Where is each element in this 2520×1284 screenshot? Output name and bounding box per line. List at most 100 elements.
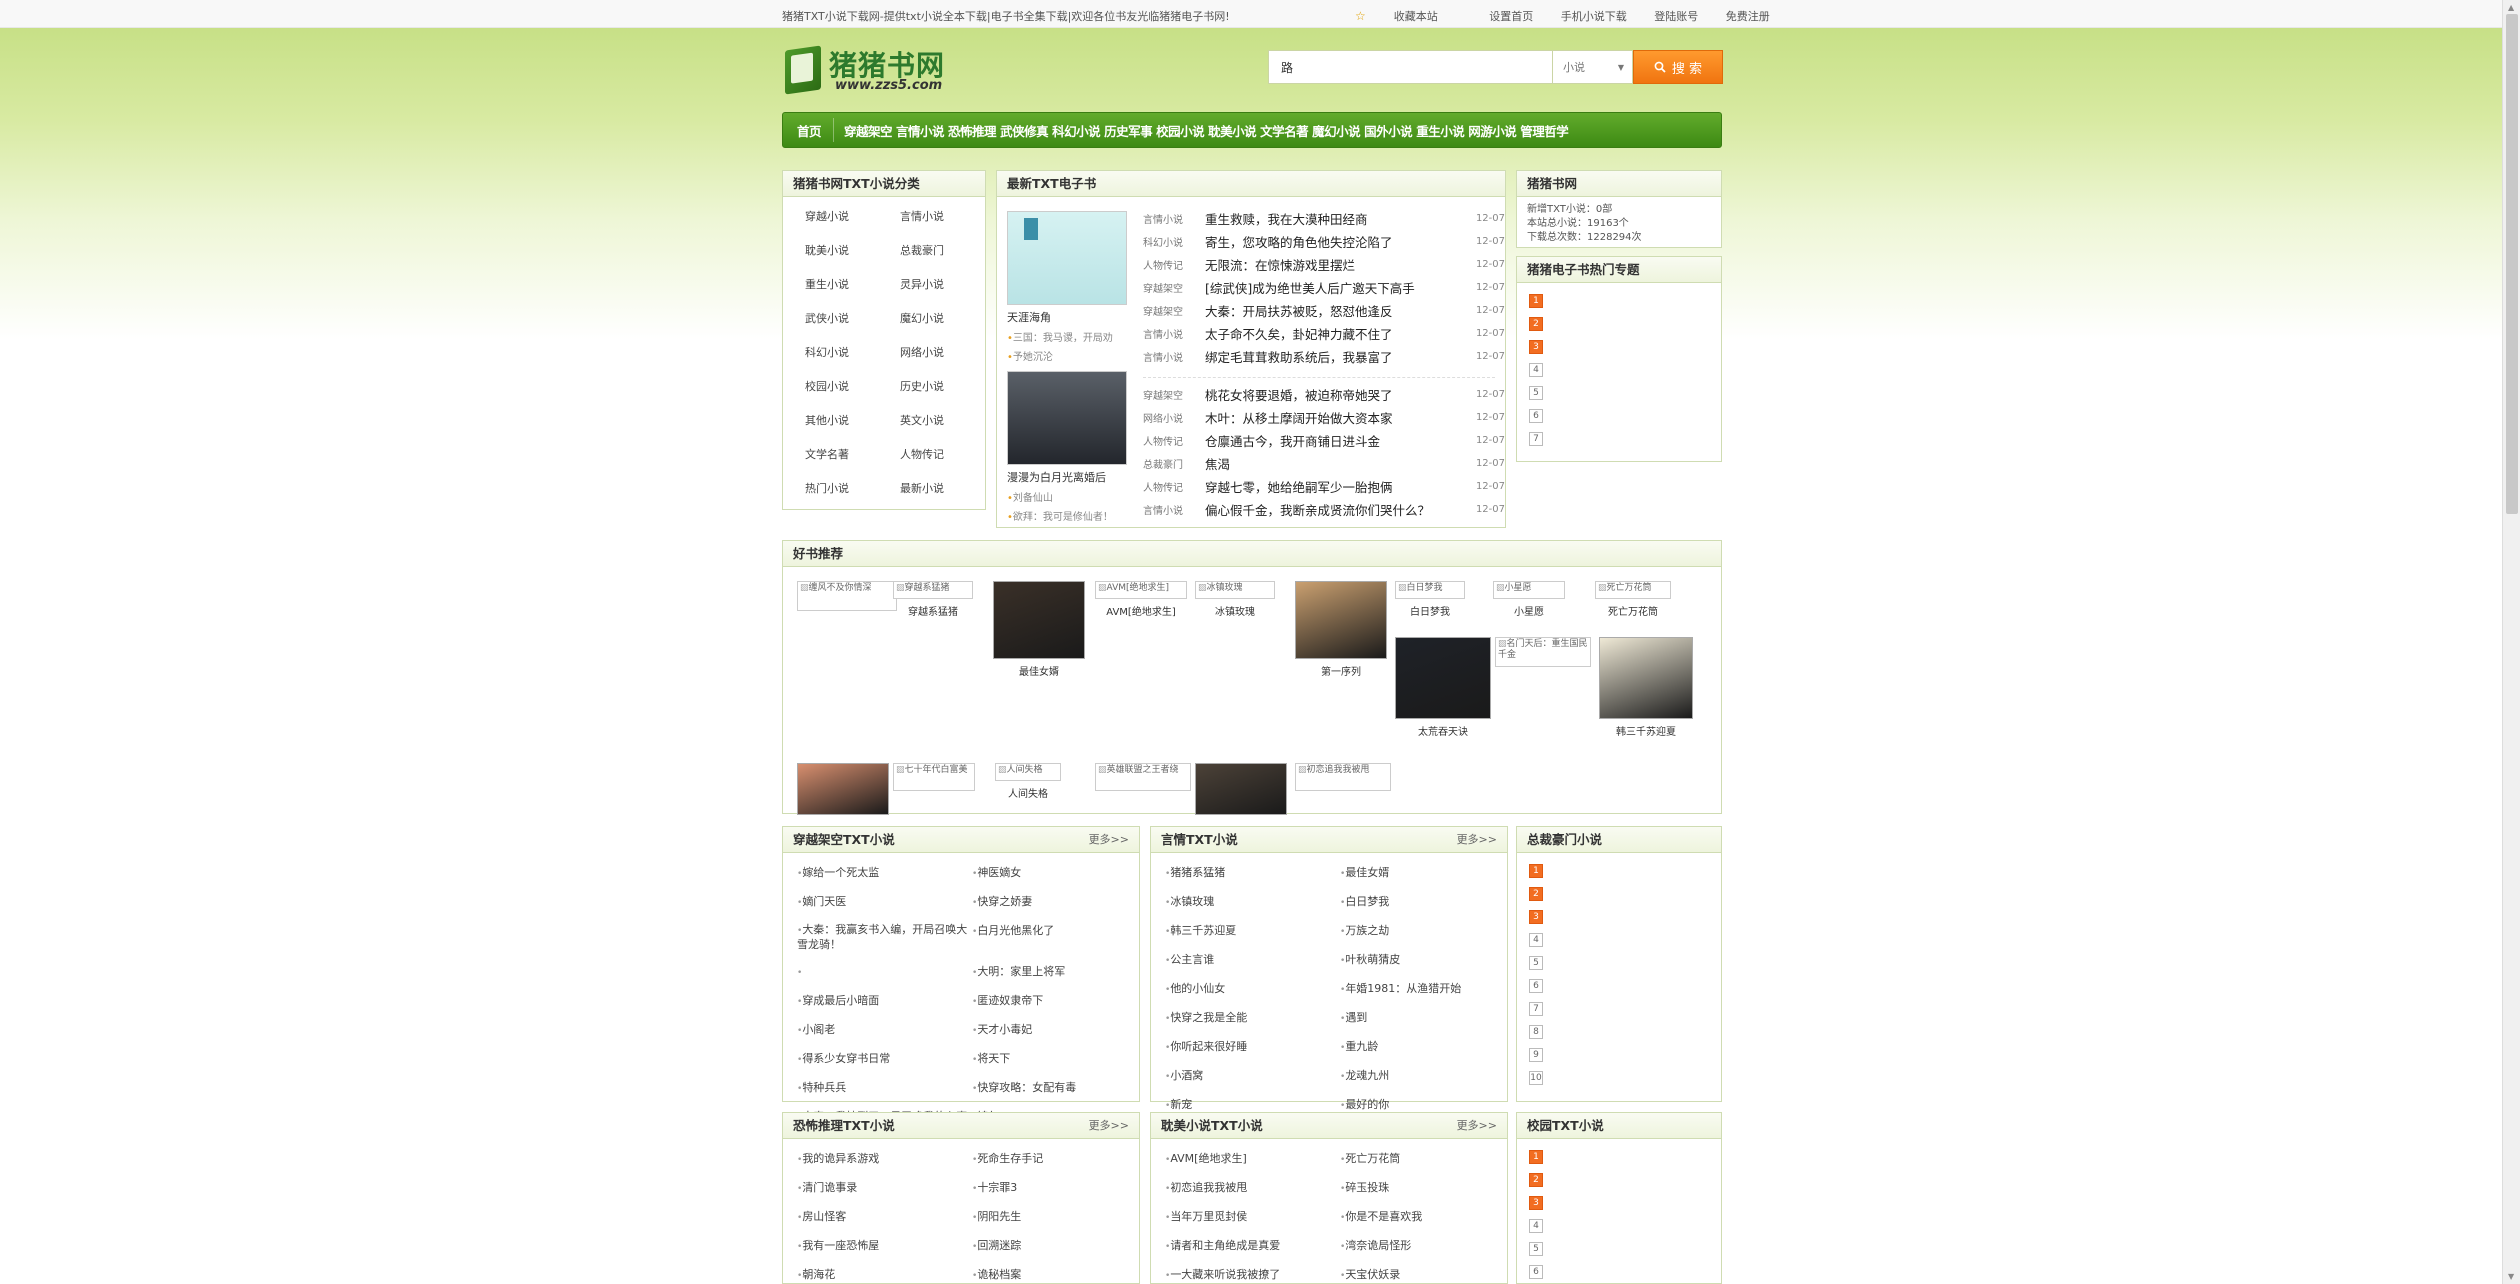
rank-item[interactable]: 3 — [1529, 335, 1709, 358]
section-list-item[interactable]: 小阁老 — [797, 1016, 972, 1045]
news-type[interactable]: 穿越架空 — [1143, 280, 1205, 295]
rank-item[interactable]: 4 — [1529, 358, 1709, 381]
rank-item[interactable]: 3 — [1529, 905, 1709, 928]
news-type[interactable]: 人物传记 — [1143, 433, 1205, 448]
news-title[interactable]: 仓廪通古今，我开商铺日进斗金 — [1205, 431, 1465, 450]
news-row[interactable]: 言情小说 太子命不久矣，卦妃神力藏不住了 12-07 — [1143, 322, 1505, 345]
section-list-item[interactable]: 湾奈诡局怪形 — [1340, 1232, 1500, 1261]
rank-item[interactable]: 7 — [1529, 427, 1709, 450]
rank-item[interactable]: 2 — [1529, 882, 1709, 905]
nav-item[interactable]: 文学名著 — [1260, 121, 1309, 140]
nav-item[interactable]: 言情小说 — [896, 121, 945, 140]
nav-item[interactable]: 国外小说 — [1364, 121, 1413, 140]
rank-item[interactable]: 9 — [1529, 1043, 1709, 1066]
section-list-item[interactable]: 请者和主角绝成是真爱 — [1165, 1232, 1340, 1261]
section-list-item[interactable]: 你是不是喜欢我 — [1340, 1203, 1500, 1232]
section-list-item[interactable]: 死命生存手记 — [972, 1145, 1132, 1174]
scroll-down-icon[interactable]: ▼ — [2508, 1272, 2514, 1281]
nav-item[interactable]: 恐怖推理 — [948, 121, 997, 140]
featured-book-1[interactable]: 天涯海角 三国：我马谡，开局劝 予她沉沦 — [1007, 211, 1127, 363]
featured-link[interactable]: 欲拜：我可是修仙者！ — [1007, 508, 1125, 523]
bookmark-link[interactable]: ☆ 收藏本站 — [1355, 8, 1462, 24]
good-book-item[interactable] — [797, 763, 889, 815]
section-list-item[interactable]: 穿成最后小暗面 — [797, 987, 972, 1016]
news-title[interactable]: 偏心假千金，我断亲成贤流你们哭什么？ — [1205, 500, 1465, 519]
nav-home[interactable]: 首页 — [797, 121, 822, 140]
good-book-item[interactable]: 第一序列 — [1295, 581, 1387, 678]
news-title[interactable]: 无限流：在惊悚游戏里摆烂 — [1205, 255, 1465, 274]
news-type[interactable]: 穿越架空 — [1143, 387, 1205, 402]
news-row[interactable]: 穿越架空 [综武侠]成为绝世美人后广邀天下高手 12-07 — [1143, 276, 1505, 299]
good-book-item[interactable]: 七十年代白富美 — [893, 763, 975, 791]
news-type[interactable]: 言情小说 — [1143, 326, 1205, 341]
section-list-item[interactable]: 冰镇玫瑰 — [1165, 888, 1340, 917]
section-list-item[interactable]: 特种兵兵 — [797, 1074, 972, 1103]
scrollbar-thumb[interactable] — [2506, 14, 2518, 514]
news-title[interactable]: 绑定毛茸茸救助系统后，我暴富了 — [1205, 347, 1465, 366]
search-type-select[interactable]: 小说 ▼ — [1553, 50, 1633, 84]
featured-link[interactable]: 予她沉沦 — [1007, 348, 1125, 363]
featured-link[interactable]: 刘备仙山 — [1007, 489, 1125, 504]
good-book-item[interactable]: 名门天后：重生国民千金 — [1495, 637, 1591, 667]
section-list-item[interactable]: 得系少女穿书日常 — [797, 1045, 972, 1074]
category-link[interactable]: 校园小说 — [805, 375, 900, 398]
category-link[interactable]: 耽美小说 — [805, 239, 900, 262]
category-link[interactable]: 言情小说 — [900, 205, 995, 228]
category-link[interactable]: 其他小说 — [805, 409, 900, 432]
news-title[interactable]: 寄生，您攻略的角色他失控沦陷了 — [1205, 232, 1465, 251]
category-link[interactable]: 重生小说 — [805, 273, 900, 296]
news-title[interactable]: 大秦：开局扶苏被贬，怒怼他逢反 — [1205, 301, 1465, 320]
news-row[interactable]: 言情小说 重生救赎，我在大漠种田经商 12-07 — [1143, 207, 1505, 230]
category-link[interactable]: 科幻小说 — [805, 341, 900, 364]
news-title[interactable]: 太子命不久矣，卦妃神力藏不住了 — [1205, 324, 1465, 343]
rank-item[interactable]: 2 — [1529, 1168, 1709, 1191]
news-row[interactable]: 网络小说 木叶：从移土摩阔开始做大资本家 12-07 — [1143, 406, 1505, 429]
news-row[interactable]: 人物传记 仓廪通古今，我开商铺日进斗金 12-07 — [1143, 429, 1505, 452]
good-book-item[interactable]: 太荒吞天诀 — [1395, 637, 1491, 738]
section-list-item[interactable]: 清门诡事录 — [797, 1174, 972, 1203]
section-list-item[interactable]: 你听起来很好睡 — [1165, 1033, 1340, 1062]
section-list-item[interactable]: 嫡门天医 — [797, 888, 972, 917]
news-type[interactable]: 言情小说 — [1143, 502, 1205, 517]
category-link[interactable]: 文学名著 — [805, 443, 900, 466]
section-list-item[interactable]: 最佳女婿 — [1340, 859, 1500, 888]
section-list-item[interactable]: 嫁给一个死太监 — [797, 859, 972, 888]
set-homepage-link[interactable]: 设置首页 — [1489, 8, 1533, 24]
news-row[interactable]: 人物传记 无限流：在惊悚游戏里摆烂 12-07 — [1143, 253, 1505, 276]
news-title[interactable]: 穿越七零，她给绝嗣军少一胎抱俩 — [1205, 477, 1465, 496]
section-list-item[interactable]: 猪猪系猛猪 — [1165, 859, 1340, 888]
featured-book-2[interactable]: 漫漫为白月光离婚后 刘备仙山 欲拜：我可是修仙者！ — [1007, 371, 1127, 523]
nav-item[interactable]: 穿越架空 — [844, 121, 893, 140]
section-list-item[interactable]: 碎玉投珠 — [1340, 1174, 1500, 1203]
news-type[interactable]: 科幻小说 — [1143, 234, 1205, 249]
good-book-item[interactable]: AVM[绝地求生] AVM[绝地求生] — [1095, 581, 1187, 618]
section-list-item[interactable]: 公主言谁 — [1165, 946, 1340, 975]
section-list-item[interactable]: AVM[绝地求生] — [1165, 1145, 1340, 1174]
rank-item[interactable]: 6 — [1529, 404, 1709, 427]
good-book-item[interactable]: 白日梦我白日梦我 — [1395, 581, 1465, 618]
rank-item[interactable]: 5 — [1529, 381, 1709, 404]
category-link[interactable]: 网络小说 — [900, 341, 995, 364]
good-book-item[interactable] — [1195, 763, 1287, 815]
section-list-item[interactable]: 他的小仙女 — [1165, 975, 1340, 1004]
vertical-scrollbar[interactable]: ▲ ▼ — [2502, 0, 2520, 1284]
nav-item[interactable]: 耽美小说 — [1208, 121, 1257, 140]
section-list-item[interactable]: 韩三千苏迎夏 — [1165, 917, 1340, 946]
category-link[interactable]: 武侠小说 — [805, 307, 900, 330]
nav-item[interactable]: 科幻小说 — [1052, 121, 1101, 140]
good-book-item[interactable]: 穿越系猛猪穿越系猛猪 — [893, 581, 973, 618]
section-list-item[interactable]: 死亡万花筒 — [1340, 1145, 1500, 1174]
category-link[interactable]: 历史小说 — [900, 375, 995, 398]
good-book-item[interactable]: 英雄联盟之王者绕 — [1095, 763, 1191, 791]
news-title[interactable]: 木叶：从移土摩阔开始做大资本家 — [1205, 408, 1465, 427]
section-list-item[interactable]: 初恋追我我被甩 — [1165, 1174, 1340, 1203]
section-list-item[interactable]: 天才小毒妃 — [972, 1016, 1132, 1045]
section-list-item[interactable]: 房山怪客 — [797, 1203, 972, 1232]
section-list-item[interactable]: 当年万里觅封侯 — [1165, 1203, 1340, 1232]
section-list-item[interactable]: 阴阳先生 — [972, 1203, 1132, 1232]
news-row[interactable]: 人物传记 穿越七零，她给绝嗣军少一胎抱俩 12-07 — [1143, 475, 1505, 498]
more-link[interactable]: 更多>> — [1457, 827, 1497, 853]
section-list-item[interactable]: 匿迹奴隶帝下 — [972, 987, 1132, 1016]
good-book-item[interactable]: 人间失格人间失格 — [995, 763, 1061, 800]
rank-item[interactable]: 10 — [1529, 1066, 1709, 1089]
